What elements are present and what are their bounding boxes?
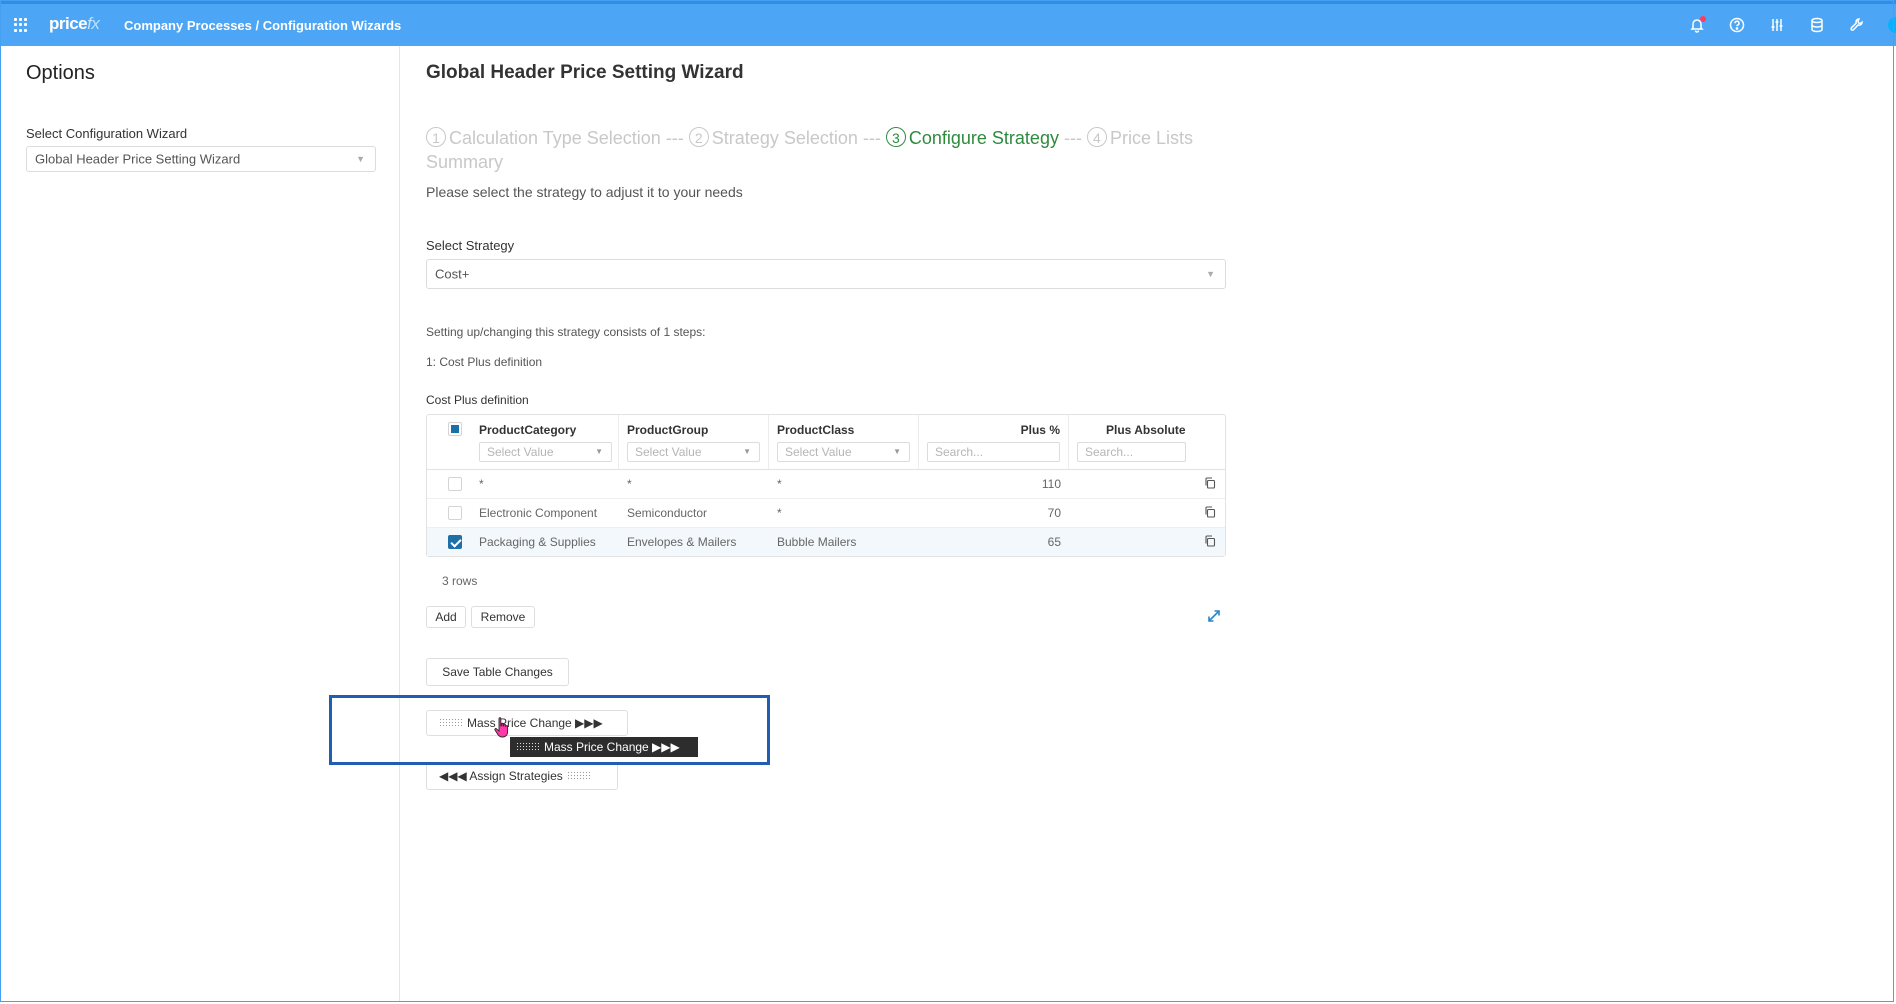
strategy-select-label: Select Strategy <box>426 238 515 253</box>
assign-strategies-button[interactable]: ◀◀◀ Assign Strategies <box>426 762 618 790</box>
options-panel: Options Select Configuration Wizard Glob… <box>0 46 400 1002</box>
add-button[interactable]: Add <box>426 606 466 628</box>
steps-info: Setting up/changing this strategy consis… <box>426 325 706 339</box>
wizard-title: Global Header Price Setting Wizard <box>426 62 744 83</box>
product-group-filter[interactable]: Select Value ▼ <box>627 442 760 462</box>
breadcrumb: Company Processes / Configuration Wizard… <box>124 18 402 33</box>
table-row[interactable]: Packaging & Supplies Envelopes & Mailers… <box>427 528 1225 556</box>
wizard-select-label: Select Configuration Wizard <box>26 126 188 141</box>
product-class-filter[interactable]: Select Value ▼ <box>777 442 910 462</box>
drag-handle-icon <box>566 771 591 781</box>
row-checkbox[interactable] <box>448 506 462 520</box>
table-label: Cost Plus definition <box>426 393 529 407</box>
apps-grid-icon[interactable] <box>14 18 28 32</box>
mass-price-change-button[interactable]: Mass Price Change ▶▶▶ <box>426 710 628 736</box>
col-plus-absolute[interactable]: Plus Absolute Search... <box>1069 415 1225 469</box>
options-title: Options <box>26 62 95 84</box>
top-bar: pricefx Company Processes / Configuratio… <box>0 0 1896 46</box>
wizard-steps: 1 Calculation Type Selection --- 2 Strateg… <box>426 127 1193 172</box>
plus-absolute-search[interactable]: Search... <box>1077 442 1186 462</box>
chevron-down-icon: ▼ <box>595 447 603 456</box>
copy-icon[interactable] <box>1204 535 1216 547</box>
step-3[interactable]: 3 Configure Strategy <box>885 127 1059 148</box>
strategy-select[interactable]: Cost+ ▼ <box>426 259 1226 289</box>
col-product-class[interactable]: ProductClass Select Value ▼ <box>769 415 919 469</box>
drag-handle-icon <box>439 718 463 728</box>
bell-icon[interactable] <box>1688 16 1706 34</box>
chevron-down-icon: ▼ <box>893 447 901 456</box>
chevron-down-icon: ▼ <box>743 447 751 456</box>
pricefx-logo[interactable]: pricefx <box>49 14 100 34</box>
avatar[interactable] <box>1888 17 1896 33</box>
row-checkbox[interactable] <box>448 477 462 491</box>
expand-icon[interactable] <box>1206 608 1222 624</box>
product-category-filter[interactable]: Select Value ▼ <box>479 442 612 462</box>
col-product-group[interactable]: ProductGroup Select Value ▼ <box>619 415 769 469</box>
strategy-hint: Please select the strategy to adjust it … <box>426 184 743 200</box>
row-count: 3 rows <box>442 574 478 588</box>
table-header: ProductCategory Select Value ▼ ProductGro… <box>427 415 1225 470</box>
col-plus-percent[interactable]: Plus % Search... <box>919 415 1069 469</box>
plus-percent-search[interactable]: Search... <box>927 442 1060 462</box>
step-2[interactable]: 2 Strategy Selection <box>688 127 858 148</box>
cost-plus-table: ProductCategory Select Value ▼ ProductGro… <box>426 414 1226 557</box>
table-row[interactable]: Electronic Component Semiconductor * 70 <box>427 499 1225 528</box>
remove-button[interactable]: Remove <box>471 606 535 628</box>
help-icon[interactable] <box>1728 16 1746 34</box>
step-1[interactable]: 1 Calculation Type Selection <box>426 127 661 148</box>
copy-icon[interactable] <box>1204 506 1216 518</box>
step-definition: 1: Cost Plus definition <box>426 355 543 369</box>
chevron-down-icon: ▼ <box>356 154 365 164</box>
hand-cursor-icon <box>494 717 509 738</box>
chevron-down-icon: ▼ <box>1206 269 1215 279</box>
database-icon[interactable] <box>1808 16 1826 34</box>
row-checkbox[interactable] <box>448 535 462 549</box>
table-row[interactable]: * * * 110 <box>427 470 1225 499</box>
tooltip: Mass Price Change ▶▶▶ <box>510 737 698 757</box>
copy-icon[interactable] <box>1204 477 1216 489</box>
save-table-changes-button[interactable]: Save Table Changes <box>426 658 569 686</box>
col-product-category[interactable]: ProductCategory Select Value ▼ <box>469 415 619 469</box>
drag-handle-icon <box>516 742 540 752</box>
tools-icon[interactable] <box>1848 16 1866 34</box>
select-all-checkbox[interactable] <box>448 422 462 436</box>
sliders-icon[interactable] <box>1768 16 1786 34</box>
wizard-select[interactable]: Global Header Price Setting Wizard ▼ <box>26 146 376 172</box>
